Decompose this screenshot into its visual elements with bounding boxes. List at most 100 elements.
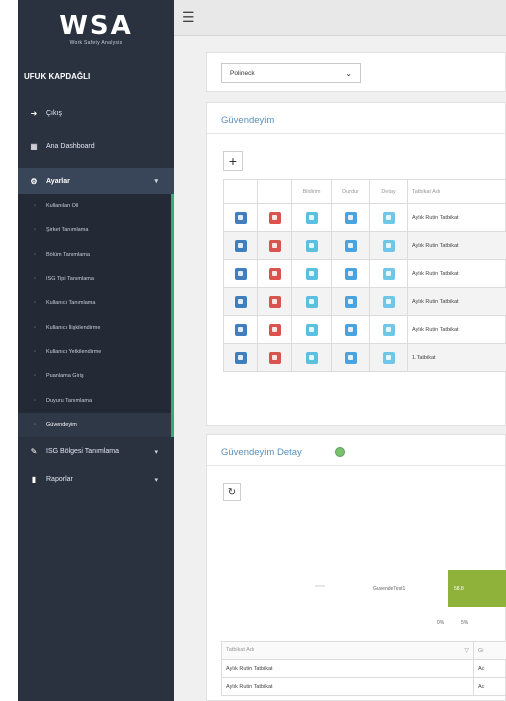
- search-icon[interactable]: [382, 239, 395, 252]
- send-icon[interactable]: [305, 295, 318, 308]
- sidebar-item-reports[interactable]: ▮ Raporlar ▾: [18, 469, 174, 491]
- edit-icon[interactable]: [234, 323, 247, 336]
- delete-icon[interactable]: [268, 323, 281, 336]
- logo[interactable]: WSA Work Safety Analysis: [18, 0, 174, 58]
- submenu-item[interactable]: ◦ Bölüm Tanımlama: [18, 243, 171, 267]
- app-root: WSA Work Safety Analysis UFUK KAPDAĞLI ➜…: [0, 0, 506, 701]
- gear-icon: ⚙: [30, 176, 38, 186]
- edit-icon[interactable]: [234, 267, 247, 280]
- refresh-button[interactable]: ↻: [223, 483, 241, 501]
- stop-icon[interactable]: [344, 239, 357, 252]
- chart-axis-tick: 5%: [461, 620, 469, 626]
- submenu-item[interactable]: ◦ Duyuru Tanımlama: [18, 388, 171, 412]
- submenu-item[interactable]: ◦ ISG Tipi Tanımlama: [18, 267, 171, 291]
- detail-chart: GuvendeTest1 58.8 0% 5%: [207, 525, 506, 640]
- edit-icon[interactable]: [234, 211, 247, 224]
- submenu-item-label: Duyuru Tanımlama: [46, 397, 93, 404]
- search-icon[interactable]: [382, 295, 395, 308]
- submenu-item-label: Kullanılan Oil: [46, 203, 79, 210]
- company-select[interactable]: Polineck ⌄: [221, 63, 361, 83]
- submenu-item[interactable]: ◦ Kullanılan Oil: [18, 194, 171, 218]
- row-name: Aylık Rutin Tatbikat: [407, 203, 506, 232]
- logo-subtitle: Work Safety Analysis: [69, 39, 123, 46]
- row-value: Ac: [473, 677, 506, 696]
- search-icon[interactable]: [382, 351, 395, 364]
- table-row[interactable]: Aylık Rutin Tatbikat Ac: [221, 677, 506, 696]
- bullet-icon: ◦: [34, 227, 37, 234]
- row-name: Aylık Rutin Tatbikat: [407, 259, 506, 288]
- chevron-down-icon: ▾: [154, 178, 158, 185]
- sidebar-item-settings[interactable]: ⚙ Ayarlar ▾: [18, 168, 174, 194]
- table-header-row: Bildirim Durdur Detay Tatbikat Adı: [223, 179, 506, 204]
- submenu-item[interactable]: ◦ Kullanıcı Yetkilendirme: [18, 340, 171, 364]
- delete-icon[interactable]: [268, 351, 281, 364]
- submenu-item-active[interactable]: ◦ Güvendeyim: [18, 412, 171, 437]
- search-icon[interactable]: [382, 211, 395, 224]
- chart-gridline: [315, 585, 325, 587]
- column-header[interactable]: Detay: [369, 179, 408, 204]
- row-value: Ac: [473, 659, 506, 678]
- edit-icon[interactable]: [234, 351, 247, 364]
- row-name: Aylık Rutin Tatbikat: [407, 231, 506, 260]
- submenu-item[interactable]: ◦ Kullanıcı İlişkilendirme: [18, 315, 171, 339]
- detail-table: Tatbikat Adı ▽ Gi Aylık Rutin Tatbikat Ac…: [221, 641, 506, 696]
- bullet-icon: ◦: [34, 276, 37, 283]
- stop-icon[interactable]: [344, 323, 357, 336]
- sidebar-item-isg-region[interactable]: ✎ ISG Bölgesi Tanımlama ▾: [18, 441, 174, 463]
- submenu-item-label: Şirket Tanımlama: [46, 227, 89, 234]
- search-icon[interactable]: [382, 323, 395, 336]
- send-icon[interactable]: [305, 211, 318, 224]
- submenu-item[interactable]: ◦ Kullanıcı Tanımlama: [18, 291, 171, 315]
- filter-panel: Polineck ⌄: [206, 52, 506, 92]
- send-icon[interactable]: [305, 351, 318, 364]
- send-icon[interactable]: [305, 267, 318, 280]
- stop-icon[interactable]: [344, 351, 357, 364]
- delete-icon[interactable]: [268, 295, 281, 308]
- chevron-down-icon: ▾: [154, 448, 158, 456]
- column-header: [257, 179, 292, 204]
- send-icon[interactable]: [305, 323, 318, 336]
- edit-icon[interactable]: [234, 295, 247, 308]
- add-button[interactable]: +: [223, 151, 243, 171]
- chevron-down-icon: ▾: [154, 476, 158, 484]
- column-header[interactable]: Tatbikat Adı: [407, 179, 506, 204]
- column-header[interactable]: Gi: [473, 641, 506, 660]
- column-header[interactable]: Durdur: [331, 179, 370, 204]
- column-header[interactable]: Tatbikat Adı ▽: [221, 641, 474, 660]
- table-header-row: Tatbikat Adı ▽ Gi: [221, 641, 506, 660]
- delete-icon[interactable]: [268, 267, 281, 280]
- sidebar-item-label: Raporlar: [46, 476, 73, 484]
- bar-chart-icon: ▮: [31, 475, 37, 485]
- delete-icon[interactable]: [268, 211, 281, 224]
- send-icon[interactable]: [305, 239, 318, 252]
- stop-icon[interactable]: [344, 267, 357, 280]
- search-icon[interactable]: [382, 267, 395, 280]
- submenu-item[interactable]: ◦ Şirket Tanımlama: [18, 218, 171, 242]
- column-header[interactable]: Bildirim: [291, 179, 332, 204]
- delete-icon[interactable]: [268, 239, 281, 252]
- dashboard-icon: ▦: [30, 141, 38, 151]
- submenu-item[interactable]: ◦ Puanlama Giriş: [18, 364, 171, 388]
- sidebar-menu: ➜ Çıkış ▦ Ana Dashboard ⚙ Ayarlar ▾ ◦ Kul…: [18, 102, 174, 491]
- filter-icon[interactable]: ▽: [464, 647, 469, 654]
- chart-axis-tick: 0%: [437, 620, 445, 626]
- sidebar-item-exit[interactable]: ➜ Çıkış: [18, 102, 174, 124]
- stop-icon[interactable]: [344, 295, 357, 308]
- edit-icon[interactable]: [234, 239, 247, 252]
- hamburger-menu-icon[interactable]: ☰: [182, 10, 195, 24]
- stop-icon[interactable]: [344, 211, 357, 224]
- table-row: Aylık Rutin Tatbikat: [223, 315, 506, 344]
- submenu-item-label: Güvendeyim: [46, 421, 77, 428]
- divider: [207, 133, 506, 134]
- guvendeyim-detay-panel: Güvendeyim Detay ↻ GuvendeTest1 58.8 0% …: [206, 434, 506, 701]
- table-row[interactable]: Aylık Rutin Tatbikat Ac: [221, 659, 506, 678]
- user-name: UFUK KAPDAĞLI: [24, 72, 91, 81]
- topbar: ☰: [174, 0, 506, 36]
- guvendeyim-panel: Güvendeyim + Bildirim Durdur Detay Tatbi…: [206, 102, 506, 426]
- row-name: Aylık Rutin Tatbikat: [221, 659, 474, 678]
- sidebar-item-label: ISG Bölgesi Tanımlama: [46, 448, 120, 456]
- bullet-icon: ◦: [34, 373, 37, 380]
- sidebar-item-dashboard[interactable]: ▦ Ana Dashboard: [18, 135, 174, 157]
- table-row: 1.Tatbikat: [223, 343, 506, 372]
- submenu-item-label: Kullanıcı İlişkilendirme: [46, 324, 101, 331]
